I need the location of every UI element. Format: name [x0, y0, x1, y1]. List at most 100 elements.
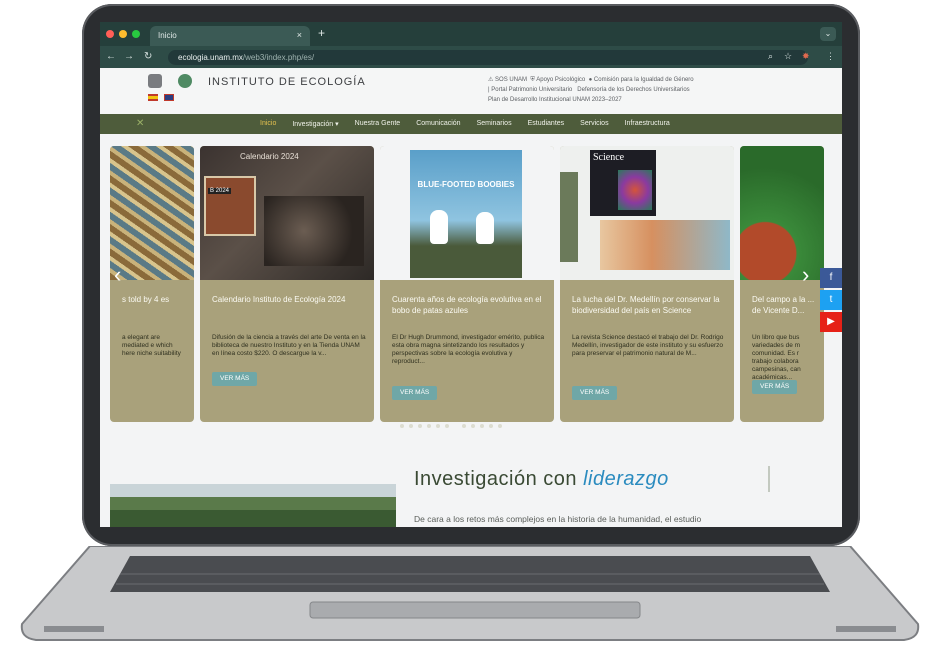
- ver-mas-button[interactable]: VER MÁS: [212, 372, 258, 386]
- card-image: [110, 146, 194, 280]
- bark-texture: [264, 196, 364, 266]
- more-menu-icon[interactable]: ⋮: [826, 51, 835, 62]
- tab-close-icon[interactable]: ×: [297, 30, 302, 40]
- card-body: La revista Science destacó el trabajo de…: [572, 334, 724, 357]
- calendar-thumbnail: B 2024: [204, 176, 256, 236]
- heading-emphasis: liderazgo: [583, 468, 669, 490]
- card-image: BLUE-FOOTED BOOBIES: [380, 146, 554, 280]
- carousel-dot[interactable]: [445, 424, 449, 428]
- nav-item-estudiantes[interactable]: Estudiantes: [528, 120, 565, 128]
- youtube-icon[interactable]: ▶: [820, 312, 842, 332]
- card-image: [740, 146, 824, 280]
- magazine-art: [618, 170, 652, 210]
- card-body: a elegant are mediated e which here nich…: [122, 334, 181, 357]
- science-magazine: Science: [590, 150, 656, 216]
- back-icon[interactable]: ←: [106, 51, 116, 62]
- top-link[interactable]: Defensoría de los Derechos Universitario…: [577, 87, 689, 93]
- ver-mas-button[interactable]: VER MÁS: [572, 386, 618, 400]
- laptop-scene: Inicio × + ⌄ ← → ↻ ecologia.unam.mx/web3…: [0, 0, 935, 655]
- minimize-window-icon[interactable]: [119, 30, 127, 38]
- section-heading: Investigación con liderazgo: [414, 468, 669, 491]
- carousel-dot[interactable]: [471, 424, 475, 428]
- news-card[interactable]: s told by 4 es a elegant are mediated e …: [110, 146, 194, 422]
- facebook-icon[interactable]: f: [820, 268, 842, 288]
- carousel-dot[interactable]: [480, 424, 484, 428]
- carousel-dot[interactable]: [498, 424, 502, 428]
- instituto-logo[interactable]: [178, 74, 192, 88]
- zoom-icon[interactable]: ⌕: [768, 51, 773, 62]
- window-controls: [106, 30, 140, 38]
- carousel-prev-icon[interactable]: ‹: [114, 262, 121, 288]
- browser-screen: Inicio × + ⌄ ← → ↻ ecologia.unam.mx/web3…: [100, 22, 842, 527]
- english-flag-icon[interactable]: [164, 94, 174, 101]
- book-title: BLUE-FOOTED BOOBIES: [417, 180, 515, 189]
- card-title: Del campo a la ... de Vicente D...: [752, 295, 815, 315]
- card-body: Un libro que bus variedades de m comunid…: [752, 334, 801, 381]
- news-card[interactable]: BLUE-FOOTED BOOBIES Cuarenta años de eco…: [380, 146, 554, 422]
- top-link[interactable]: | Portal Patrimonio Universitario: [488, 87, 572, 93]
- card-title: s told by 4 es: [122, 295, 170, 304]
- news-card[interactable]: Science La lucha del Dr. Medellín por co…: [560, 146, 734, 422]
- carousel-dot[interactable]: [409, 424, 413, 428]
- twitter-icon[interactable]: t: [820, 290, 842, 310]
- nav-item-inicio[interactable]: Inicio: [260, 120, 276, 128]
- nav-item-seminarios[interactable]: Seminarios: [477, 120, 512, 128]
- carousel-next-icon[interactable]: ›: [802, 262, 809, 288]
- heading-plain: Investigación con: [414, 468, 578, 490]
- carousel-dot[interactable]: [489, 424, 493, 428]
- card-title: Calendario Instituto de Ecología 2024: [212, 295, 346, 304]
- tab-menu-button[interactable]: ⌄: [820, 27, 836, 41]
- site-header: INSTITUTO DE ECOLOGÍA ⚠ SOS UNAM ⛨ Apoyo…: [100, 68, 842, 114]
- card-image: Science: [560, 146, 734, 280]
- new-tab-button[interactable]: +: [318, 26, 325, 40]
- top-link[interactable]: ⚠ SOS UNAM: [488, 77, 527, 83]
- news-card[interactable]: Del campo a la ... de Vicente D... Un li…: [740, 146, 824, 422]
- laptop-base: [20, 546, 920, 641]
- site-title: INSTITUTO DE ECOLOGÍA: [208, 76, 366, 88]
- bird-illustration: [430, 210, 448, 244]
- bird-illustration: [476, 212, 494, 244]
- spanish-flag-icon[interactable]: [148, 94, 158, 101]
- calendar-badge: B 2024: [208, 188, 232, 194]
- url-input[interactable]: ecologia.unam.mx/web3/index.php/es/: [168, 50, 808, 65]
- section-paragraph: De cara a los retos más complejos en la …: [414, 514, 702, 524]
- top-link[interactable]: ● Comisión para la Igualdad de Género: [589, 77, 694, 83]
- image-caption: Calendario 2024: [240, 152, 299, 161]
- forward-icon[interactable]: →: [124, 51, 134, 62]
- extension-icon[interactable]: ✸: [802, 51, 810, 62]
- top-link[interactable]: ⛨ Apoyo Psicológico: [530, 77, 585, 83]
- address-toolbar: ← → ↻ ecologia.unam.mx/web3/index.php/es…: [100, 46, 842, 68]
- top-links: ⚠ SOS UNAM ⛨ Apoyo Psicológico ● Comisió…: [488, 75, 798, 105]
- carousel-dot[interactable]: [427, 424, 431, 428]
- close-window-icon[interactable]: [106, 30, 114, 38]
- landscape-image: [110, 484, 396, 527]
- maximize-window-icon[interactable]: [132, 30, 140, 38]
- ver-mas-button[interactable]: VER MÁS: [392, 386, 438, 400]
- carousel-indicators: [400, 424, 502, 428]
- nav-item-comunicacion[interactable]: Comunicación: [416, 120, 460, 128]
- card-title: La lucha del Dr. Medellín por conservar …: [572, 295, 720, 315]
- reload-icon[interactable]: ↻: [144, 51, 152, 62]
- card-title: Cuarenta años de ecología evolutiva en e…: [392, 295, 542, 315]
- carousel-dot[interactable]: [462, 424, 466, 428]
- photo-strip: [560, 172, 578, 262]
- ver-mas-button[interactable]: VER MÁS: [752, 380, 798, 394]
- unam-logo[interactable]: [148, 74, 162, 88]
- card-image: Calendario 2024 B 2024: [200, 146, 374, 280]
- nav-item-nuestra-gente[interactable]: Nuestra Gente: [355, 120, 401, 128]
- browser-tab[interactable]: Inicio ×: [150, 26, 310, 46]
- carousel-dot[interactable]: [418, 424, 422, 428]
- url-host: ecologia.unam.mx: [178, 53, 243, 62]
- news-card[interactable]: Calendario 2024 B 2024 Calendario Instit…: [200, 146, 374, 422]
- nav-item-investigacion[interactable]: Investigación ▾: [292, 120, 338, 128]
- card-body: Difusión de la ciencia a través del arte…: [212, 334, 366, 357]
- nav-logo-icon[interactable]: ✕: [136, 118, 144, 129]
- nav-item-servicios[interactable]: Servicios: [580, 120, 608, 128]
- nav-item-infraestructura[interactable]: Infraestructura: [625, 120, 670, 128]
- top-link[interactable]: Plan de Desarrollo Institucional UNAM 20…: [488, 97, 622, 103]
- tab-title: Inicio: [158, 31, 177, 40]
- magazine-title: Science: [593, 152, 625, 163]
- carousel-dot[interactable]: [436, 424, 440, 428]
- bookmark-star-icon[interactable]: ☆: [784, 51, 792, 62]
- carousel-dot[interactable]: [400, 424, 404, 428]
